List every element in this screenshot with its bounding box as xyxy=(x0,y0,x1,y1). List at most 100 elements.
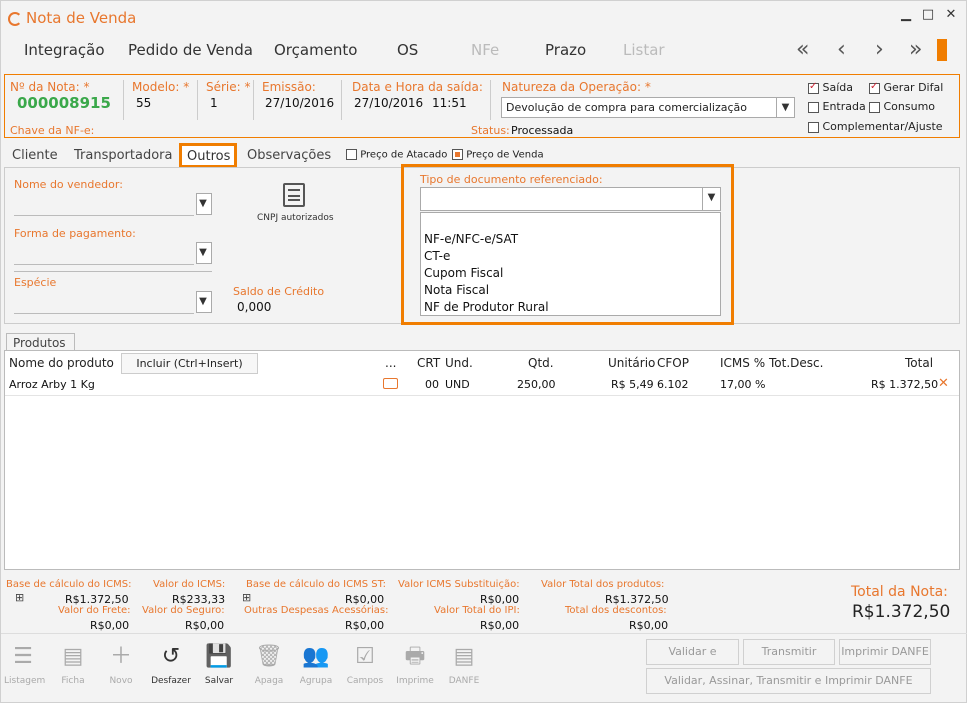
entrada-checkbox[interactable]: Entrada xyxy=(808,100,866,113)
preco-atacado-radio[interactable]: Preço de Atacado xyxy=(346,149,447,161)
saldo-credito-label: Saldo de Crédito xyxy=(233,285,325,298)
tab-outros-label: Outros xyxy=(187,149,231,164)
saida-time-value: 11:51 xyxy=(432,96,467,110)
validar-transmitir-imprimir-button[interactable]: Validar, Assinar, Transmitir e Imprimir … xyxy=(646,668,931,694)
danfe-label: DANFE xyxy=(448,676,480,686)
apaga-label: Apaga xyxy=(254,676,284,686)
menu-integracao[interactable]: Integração xyxy=(24,41,105,59)
transmitir-button[interactable]: Transmitir xyxy=(743,639,835,665)
campos-button[interactable]: ☑ Campos xyxy=(346,638,384,686)
ipi-label: Valor Total do IPI: xyxy=(434,605,520,616)
gerar-difal-checkbox[interactable]: Gerar Difal xyxy=(869,81,943,94)
chevron-down-icon: ▼ xyxy=(199,198,207,209)
document-icon: ▤ xyxy=(62,644,84,669)
menu-nfe[interactable]: NFe xyxy=(471,41,499,59)
apaga-button[interactable]: 🗑 Apaga xyxy=(250,638,288,686)
row-qtd: 250,00 xyxy=(517,378,556,391)
preco-venda-radio[interactable]: Preço de Venda xyxy=(452,149,544,161)
tab-produtos[interactable]: Produtos xyxy=(6,333,75,351)
option-nfe-nfce-sat[interactable]: NF-e/NFC-e/SAT xyxy=(421,231,720,248)
last-record-icon[interactable]: » xyxy=(909,37,922,62)
row-unitario: R$ 5,49 xyxy=(611,378,654,391)
complementar-checkbox[interactable]: Complementar/Ajuste xyxy=(808,120,943,133)
table-row[interactable] xyxy=(5,373,959,396)
delete-row-icon[interactable]: ✕ xyxy=(938,376,949,391)
radio-selected-icon xyxy=(452,149,463,160)
especie-label: Espécie xyxy=(14,276,57,289)
divider xyxy=(197,80,198,120)
agrupa-button[interactable]: 👥 Agrupa xyxy=(297,638,335,686)
option-cte[interactable]: CT-e xyxy=(421,248,720,265)
app-logo-icon xyxy=(8,12,22,26)
imprime-button[interactable]: 🖶 Imprime xyxy=(395,638,435,686)
tab-transportadora[interactable]: Transportadora xyxy=(74,148,172,163)
danfe-button[interactable]: ▤ DANFE xyxy=(445,638,483,686)
ficha-label: Ficha xyxy=(61,676,85,686)
saida-checkbox[interactable]: Saída xyxy=(808,81,853,94)
imprimir-danfe-button[interactable]: Imprimir DANFE xyxy=(839,639,931,665)
row-icms: 17,00 % xyxy=(720,378,766,391)
divider xyxy=(14,271,212,272)
emissao-value: 27/10/2016 xyxy=(265,96,335,110)
frete-value: R$0,00 xyxy=(90,619,130,632)
descontos-value: R$0,00 xyxy=(629,619,669,632)
ficha-button[interactable]: ▤ Ficha xyxy=(54,638,92,686)
radio-icon xyxy=(346,149,357,160)
validar-assinar-button[interactable]: Validar e Assinar xyxy=(646,639,739,682)
comment-icon[interactable] xyxy=(383,378,398,389)
menu-pedido-de-venda[interactable]: Pedido de Venda xyxy=(128,41,253,59)
menu-orcamento[interactable]: Orçamento xyxy=(274,41,358,59)
next-record-icon[interactable]: › xyxy=(875,37,884,62)
consumo-checkbox[interactable]: Consumo xyxy=(869,100,935,113)
incluir-produto-button[interactable]: Incluir (Ctrl+Insert) xyxy=(121,353,258,374)
pagamento-dropdown[interactable]: ▼ xyxy=(196,242,212,264)
desfazer-button[interactable]: ↺ Desfazer xyxy=(151,638,191,686)
menu-prazo[interactable]: Prazo xyxy=(545,41,586,59)
option-nota-fiscal[interactable]: Nota Fiscal xyxy=(421,282,720,299)
row-crt: 00 xyxy=(425,378,439,391)
listagem-button[interactable]: ☰ Listagem xyxy=(4,638,46,686)
tab-outros[interactable]: Outros xyxy=(179,143,237,168)
natureza-select[interactable]: Devolução de compra para comercialização… xyxy=(501,97,795,118)
tree-icon[interactable]: ⊞ xyxy=(242,591,251,604)
tipo-documento-select[interactable]: ▼ xyxy=(420,187,721,211)
cnpj-list-icon[interactable] xyxy=(283,183,305,207)
novo-button[interactable]: ＋ Novo xyxy=(102,638,140,686)
tipo-documento-dropdown-list: NF-e/NFC-e/SAT CT-e Cupom Fiscal Nota Fi… xyxy=(420,212,721,316)
menu-listar[interactable]: Listar xyxy=(623,41,665,59)
tree-icon[interactable]: ⊞ xyxy=(15,591,24,604)
col-icms: ICMS % xyxy=(720,356,766,370)
listagem-label: Listagem xyxy=(4,676,46,686)
especie-input[interactable] xyxy=(14,290,194,314)
option-cupom-fiscal[interactable]: Cupom Fiscal xyxy=(421,265,720,282)
menu-os[interactable]: OS xyxy=(397,41,418,59)
option-nf-produtor-rural[interactable]: NF de Produtor Rural xyxy=(421,299,720,316)
salvar-label: Salvar xyxy=(204,676,234,686)
maximize-button[interactable]: □ xyxy=(917,7,939,25)
novo-label: Novo xyxy=(109,676,133,686)
nota-number-label: Nº da Nota: * xyxy=(10,80,90,94)
agrupa-label: Agrupa xyxy=(299,676,333,686)
total-produtos-label: Valor Total dos produtos: xyxy=(541,579,665,590)
tab-observacoes[interactable]: Observações xyxy=(247,148,331,163)
divider xyxy=(1,633,967,634)
vendedor-dropdown[interactable]: ▼ xyxy=(196,193,212,215)
col-unitario: Unitário xyxy=(608,356,656,370)
salvar-button[interactable]: 💾 Salvar xyxy=(200,638,238,686)
cnpj-autorizados-label[interactable]: CNPJ autorizados xyxy=(257,213,334,223)
vendedor-input[interactable] xyxy=(14,192,194,216)
close-button[interactable]: ✕ xyxy=(940,7,962,25)
prev-record-icon[interactable]: ‹ xyxy=(837,37,846,62)
row-cfop: 6.102 xyxy=(657,378,689,391)
minimize-button[interactable]: ▁ xyxy=(895,7,917,25)
pagamento-input[interactable] xyxy=(14,241,194,265)
total-nota-value: R$1.372,50 xyxy=(852,602,951,622)
valor-icms-label: Valor do ICMS: xyxy=(153,579,226,590)
especie-dropdown[interactable]: ▼ xyxy=(196,291,212,313)
tab-cliente[interactable]: Cliente xyxy=(12,148,58,163)
first-record-icon[interactable]: « xyxy=(796,37,809,62)
status-value: Processada xyxy=(511,124,574,137)
col-und: Und. xyxy=(445,356,473,370)
saida-label: Data e Hora da saída: xyxy=(352,80,483,94)
divider xyxy=(341,80,342,120)
